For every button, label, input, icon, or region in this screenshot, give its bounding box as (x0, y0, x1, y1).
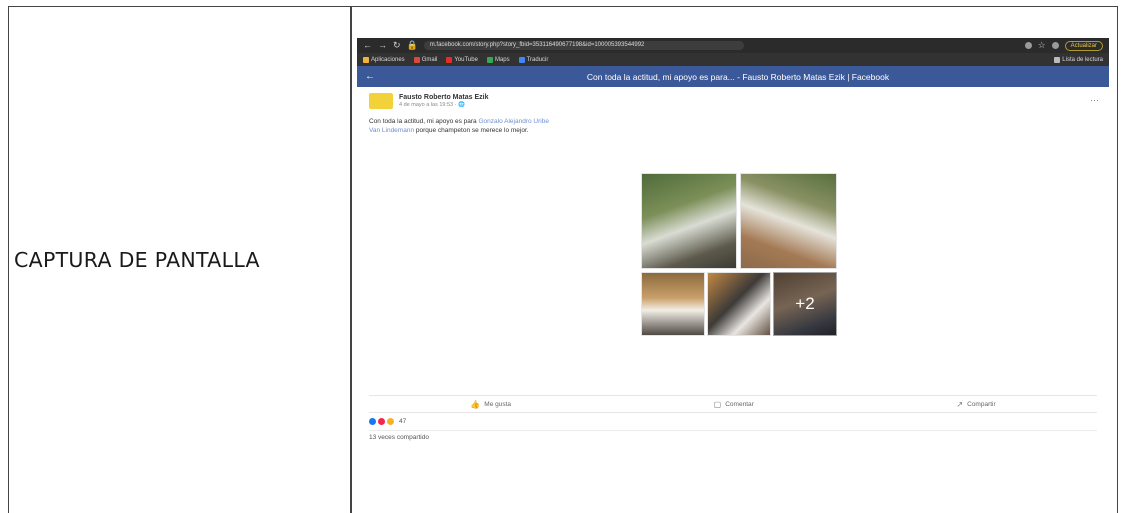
column-divider (350, 7, 352, 513)
reading-list-label: Lista de lectura (1062, 56, 1103, 63)
post-text-start: Con toda la actitud, mi apoyo es para (369, 118, 479, 125)
bookmark-label: Gmail (421, 56, 438, 63)
maps-icon (486, 56, 493, 63)
bookmark-label: Traducir (526, 56, 549, 63)
address-bar[interactable]: m.facebook.com/story.php?story_fbid=3531… (423, 41, 744, 50)
share-button[interactable]: ↗ Compartir (956, 400, 995, 409)
back-icon[interactable]: ← (365, 71, 375, 82)
like-button[interactable]: 👍 Me gusta (470, 400, 511, 409)
bookmark-label: Maps (494, 56, 510, 63)
share-icon: ↗ (956, 399, 964, 409)
reload-icon[interactable]: ↻ (393, 41, 401, 50)
bookmark-label: YouTube (454, 56, 478, 63)
browser-toolbar: ← → ↻ 🔒 m.facebook.com/story.php?story_f… (357, 38, 1109, 53)
comment-label: Comentar (725, 400, 754, 408)
reading-list[interactable]: Lista de lectura (1054, 56, 1103, 63)
thumbs-up-icon: 👍 (470, 399, 481, 409)
captura-label: CAPTURA DE PANTALLA (14, 248, 260, 272)
comment-button[interactable]: ▢ Comentar (714, 400, 754, 409)
bookmark-label: Aplicaciones (371, 56, 405, 63)
share-count[interactable]: 13 veces compartido (369, 430, 1097, 444)
photo-2[interactable] (740, 173, 837, 269)
more-photos-overlay[interactable]: +2 (773, 272, 837, 336)
youtube-icon (446, 56, 453, 63)
bookmarks-bar: Aplicaciones Gmail YouTube Maps Traducir… (357, 53, 1109, 66)
haha-reaction-icon (387, 418, 394, 425)
mention-link[interactable]: Gonzalo Alejandro Uribe (478, 118, 548, 125)
share-label: Compartir (967, 400, 996, 408)
like-reaction-icon (369, 418, 376, 425)
photo-1[interactable] (641, 173, 737, 269)
lock-icon: 🔒 (406, 40, 418, 50)
facebook-header: ← Con toda la actitud, mi apoyo es para.… (357, 66, 1109, 87)
forward-arrow-icon[interactable]: → (378, 41, 387, 50)
extension-icon[interactable] (1024, 42, 1032, 49)
post-text: Con toda la actitud, mi apoyo es para Go… (369, 117, 619, 135)
bookmark-translate[interactable]: Traducir (518, 56, 549, 63)
more-options-icon[interactable]: ··· (1090, 95, 1099, 105)
mention-link-2[interactable]: Van Lindemann (369, 127, 414, 134)
profile-icon[interactable] (1051, 42, 1059, 49)
update-button[interactable]: Actualizar (1064, 40, 1103, 51)
bookmark-maps[interactable]: Maps (486, 56, 510, 63)
author-name[interactable]: Fausto Roberto Matas Ezik (399, 94, 488, 101)
post-actions: 👍 Me gusta ▢ Comentar ↗ Compartir (369, 395, 1097, 413)
comment-icon: ▢ (713, 399, 722, 409)
post-author-row: Fausto Roberto Matas Ezik 4 de mayo a la… (369, 93, 1097, 109)
back-arrow-icon[interactable]: ← (363, 41, 372, 50)
star-icon[interactable]: ☆ (1038, 41, 1046, 50)
reaction-count: 47 (399, 418, 407, 425)
photo-4[interactable] (707, 272, 771, 336)
post-text-end: porque champeton se merece lo mejor. (414, 127, 529, 134)
screenshot-image: ← → ↻ 🔒 m.facebook.com/story.php?story_f… (357, 38, 1109, 458)
translate-icon (518, 56, 525, 63)
gmail-icon (413, 56, 420, 63)
bookmark-gmail[interactable]: Gmail (413, 56, 438, 63)
facebook-post: Fausto Roberto Matas Ezik 4 de mayo a la… (357, 87, 1109, 441)
bookmark-apps[interactable]: Aplicaciones (363, 56, 405, 63)
author-avatar[interactable] (369, 93, 393, 109)
post-timestamp[interactable]: 4 de mayo a las 19:53 · 🌐 (399, 102, 488, 108)
reactions-summary[interactable]: 47 (369, 418, 406, 425)
photo-3[interactable] (641, 272, 705, 336)
reading-list-icon (1054, 56, 1061, 63)
photo-grid: +2 (641, 173, 837, 336)
page-title: Con toda la actitud, mi apoyo es para...… (586, 71, 890, 82)
apps-icon (363, 56, 369, 63)
bookmark-youtube[interactable]: YouTube (446, 56, 478, 63)
love-reaction-icon (378, 418, 385, 425)
left-cell: CAPTURA DE PANTALLA (9, 7, 350, 513)
like-label: Me gusta (484, 400, 512, 408)
